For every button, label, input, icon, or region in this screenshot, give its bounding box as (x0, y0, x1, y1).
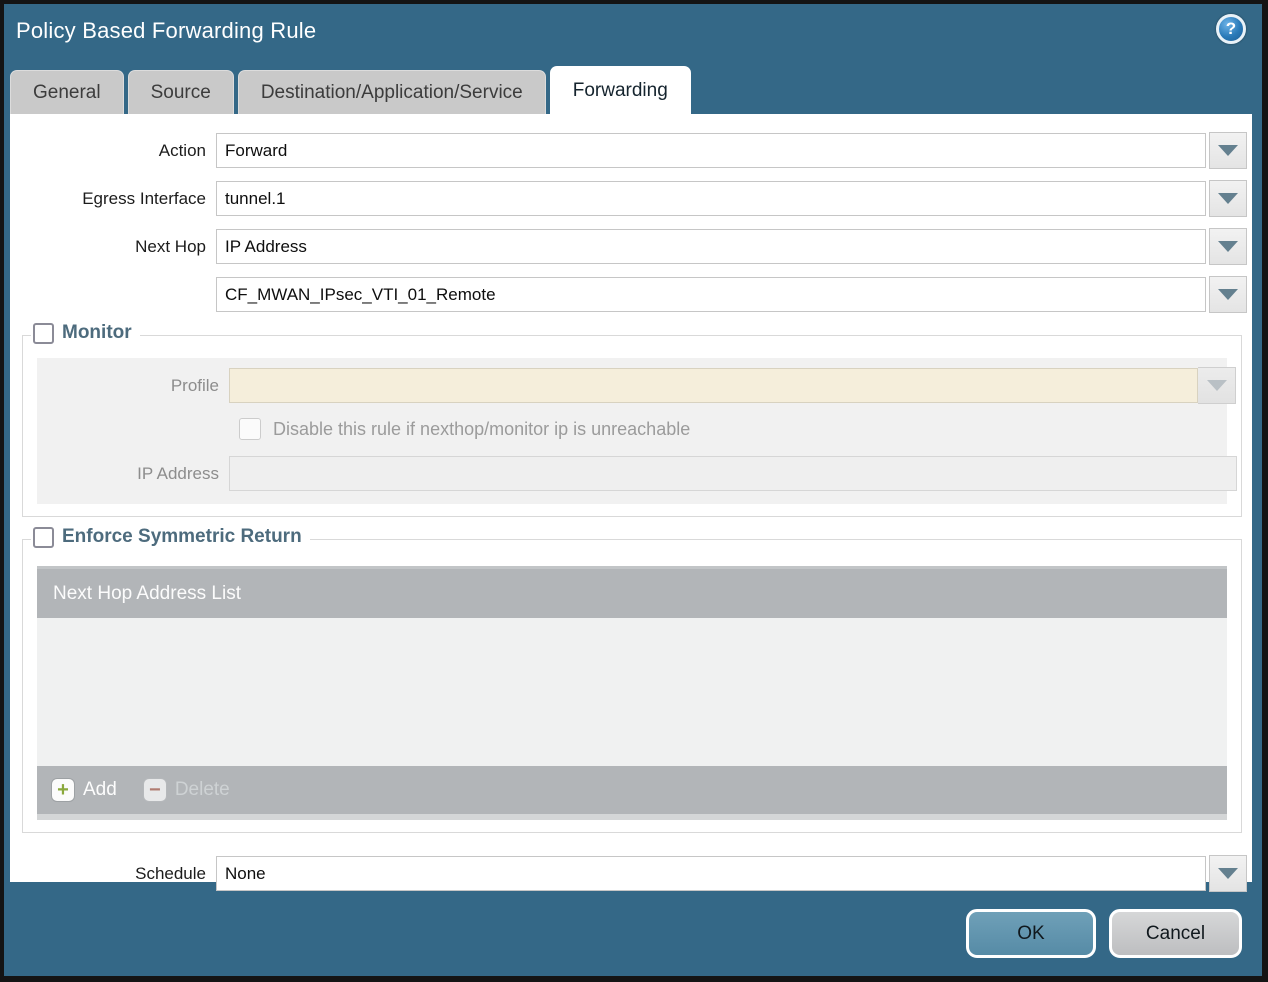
help-icon[interactable]: ? (1216, 14, 1246, 44)
tab-destination-application-service[interactable]: Destination/Application/Service (237, 70, 546, 114)
enforce-symmetric-return-fieldset: Enforce Symmetric Return Next Hop Addres… (22, 526, 1242, 833)
chevron-down-icon (1218, 145, 1238, 156)
schedule-label: Schedule (135, 863, 206, 883)
monitor-ip-label: IP Address (137, 463, 219, 483)
enforce-symmetric-return-label: Enforce Symmetric Return (62, 526, 302, 547)
monitor-legend-label: Monitor (62, 322, 132, 343)
ok-button-label: OK (1017, 922, 1045, 944)
action-row: Action Forward (10, 132, 1252, 169)
cancel-button[interactable]: Cancel (1109, 909, 1242, 958)
monitor-legend: Monitor (31, 322, 140, 344)
chevron-down-icon (1218, 241, 1238, 252)
delete-button: − Delete (142, 778, 230, 802)
dialog-titlebar: Policy Based Forwarding Rule ? (4, 4, 1262, 64)
next-hop-address-list-header: Next Hop Address List (37, 566, 1227, 618)
egress-interface-label: Egress Interface (82, 188, 206, 208)
schedule-dropdown-button[interactable] (1209, 855, 1247, 892)
next-hop-address-select[interactable]: CF_MWAN_IPsec_VTI_01_Remote (216, 277, 1206, 312)
monitor-checkbox[interactable] (33, 322, 54, 344)
help-glyph: ? (1225, 19, 1237, 38)
chevron-down-icon (1218, 868, 1238, 879)
egress-interface-select[interactable]: tunnel.1 (216, 181, 1206, 216)
schedule-select[interactable]: None (216, 856, 1206, 891)
action-dropdown-button[interactable] (1209, 132, 1247, 169)
profile-row: Profile (37, 367, 1236, 404)
disable-rule-label: Disable this rule if nexthop/monitor ip … (273, 418, 691, 439)
next-hop-label: Next Hop (135, 236, 206, 256)
tab-destination-label: Destination/Application/Service (260, 81, 523, 103)
tab-forwarding[interactable]: Forwarding (549, 66, 691, 114)
tab-bar: General Source Destination/Application/S… (4, 64, 1262, 114)
profile-select (229, 368, 1198, 403)
next-hop-address-list-table: Next Hop Address List + Add − Delete (37, 566, 1227, 820)
next-hop-address-list-body[interactable] (37, 618, 1227, 766)
next-hop-address-dropdown-button[interactable] (1209, 276, 1247, 313)
disable-rule-row: Disable this rule if nexthop/monitor ip … (239, 418, 1227, 440)
tab-source[interactable]: Source (127, 70, 234, 114)
monitor-ip-input (229, 456, 1237, 491)
ok-button[interactable]: OK (966, 909, 1096, 958)
tab-forwarding-label: Forwarding (572, 79, 668, 101)
chevron-down-icon (1218, 289, 1238, 300)
next-hop-address-list-toolbar: + Add − Delete (37, 766, 1227, 814)
chevron-down-icon (1206, 380, 1227, 391)
egress-interface-row: Egress Interface tunnel.1 (10, 180, 1252, 217)
enforce-symmetric-return-checkbox[interactable] (33, 526, 54, 548)
tab-general[interactable]: General (10, 70, 124, 114)
action-select[interactable]: Forward (216, 133, 1206, 168)
cancel-button-label: Cancel (1145, 922, 1206, 944)
egress-interface-dropdown-button[interactable] (1209, 180, 1247, 217)
monitor-panel: Profile Disable this rule if nexthop/mon… (37, 358, 1237, 504)
add-button[interactable]: + Add (51, 778, 117, 802)
next-hop-address-row: CF_MWAN_IPsec_VTI_01_Remote (10, 276, 1252, 313)
next-hop-row: Next Hop IP Address (10, 228, 1252, 265)
plus-icon: + (51, 778, 75, 802)
disable-rule-checkbox (239, 418, 261, 440)
forwarding-tab-panel: Action Forward Egress Interface tunnel.1… (10, 114, 1252, 892)
tab-source-label: Source (150, 81, 211, 103)
dialog-title: Policy Based Forwarding Rule (16, 18, 317, 43)
action-label: Action (158, 140, 206, 160)
next-hop-select[interactable]: IP Address (216, 229, 1206, 264)
tab-general-label: General (33, 81, 101, 103)
monitor-ip-row: IP Address (37, 456, 1237, 491)
table-bottom-strip (37, 814, 1227, 820)
chevron-down-icon (1218, 193, 1238, 204)
minus-icon: − (142, 778, 167, 802)
next-hop-dropdown-button[interactable] (1209, 228, 1247, 265)
add-button-label: Add (83, 779, 117, 800)
dialog-action-bar: OK Cancel (966, 909, 1242, 958)
monitor-fieldset: Monitor Profile Disable this rule if nex… (22, 322, 1242, 517)
profile-dropdown-button (1198, 367, 1236, 404)
profile-label: Profile (170, 375, 219, 395)
schedule-row: Schedule None (10, 855, 1252, 892)
enforce-symmetric-return-legend: Enforce Symmetric Return (31, 526, 310, 548)
policy-based-forwarding-dialog: Policy Based Forwarding Rule ? General S… (4, 4, 1262, 976)
delete-button-label: Delete (174, 779, 230, 800)
